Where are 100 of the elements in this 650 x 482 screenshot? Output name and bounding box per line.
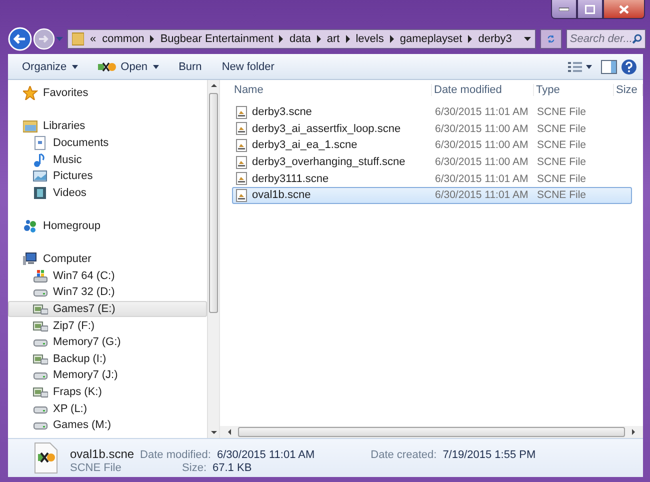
breadcrumb[interactable]: gameplayset bbox=[400, 33, 462, 45]
file-type: SCNE File bbox=[536, 172, 588, 185]
navigation-item[interactable]: Documents bbox=[8, 134, 207, 152]
navigation-item[interactable]: Win7 32 (D:) bbox=[8, 284, 207, 301]
file-row[interactable]: derby3_ai_ea_1.scne 6/30/2015 11:00 AM SCNE File bbox=[232, 137, 632, 154]
folder-icon bbox=[72, 32, 84, 46]
breadcrumb[interactable]: derby3 bbox=[478, 33, 512, 45]
breadcrumb[interactable]: data bbox=[289, 33, 311, 45]
date-modified: 6/30/2015 11:01 AM bbox=[434, 189, 530, 202]
navigation-item[interactable]: Homegroup bbox=[8, 218, 207, 234]
preview-pane-button[interactable] bbox=[601, 60, 617, 74]
detail-label: Size: bbox=[182, 462, 207, 474]
navigation-item[interactable]: Favorites bbox=[8, 85, 207, 102]
navigation-item[interactable]: Zip7 (F:) bbox=[8, 317, 207, 334]
navigation-item[interactable]: Memory7 (J:) bbox=[8, 367, 207, 384]
back-button[interactable] bbox=[8, 27, 32, 51]
network-drive-icon bbox=[33, 302, 48, 316]
computer-icon bbox=[23, 252, 38, 266]
list-view-icon bbox=[568, 60, 582, 72]
detail-value: 67.1 KB bbox=[212, 462, 252, 474]
app-icon bbox=[98, 60, 116, 72]
navigation-item[interactable]: Memory7 (G:) bbox=[8, 334, 207, 350]
refresh-button[interactable] bbox=[540, 29, 562, 49]
file-type: SCNE File bbox=[536, 189, 588, 202]
date-modified: 6/30/2015 11:01 AM bbox=[434, 106, 530, 118]
breadcrumb[interactable]: common bbox=[102, 33, 144, 45]
breadcrumb-arrow-icon[interactable] bbox=[279, 35, 284, 43]
file-row[interactable]: derby3_ai_assertfix_loop.scne 6/30/2015 11:00 AM SCNE File bbox=[232, 120, 632, 138]
folder-icon bbox=[23, 119, 38, 134]
navigation-item[interactable]: Libraries bbox=[8, 118, 207, 135]
navigation-item[interactable]: Music bbox=[8, 151, 207, 168]
help-button[interactable] bbox=[621, 58, 637, 74]
navigation-item[interactable]: Win7 64 (C:) bbox=[8, 268, 207, 284]
navigation-item[interactable]: Pictures bbox=[8, 168, 207, 185]
breadcrumb-arrow-icon[interactable] bbox=[346, 35, 350, 43]
minimize-button[interactable] bbox=[551, 0, 577, 19]
breadcrumb-arrow-icon[interactable] bbox=[316, 35, 321, 43]
maximize-icon bbox=[585, 4, 595, 14]
navigation-item[interactable]: Games7 (E:) bbox=[8, 300, 207, 318]
dropdown-icon[interactable] bbox=[524, 36, 531, 42]
toolbar-button[interactable]: Organize bbox=[14, 58, 86, 76]
file-type: SCNE File bbox=[536, 106, 588, 118]
forward-button[interactable] bbox=[33, 28, 55, 50]
toolbar-button[interactable]: Open bbox=[90, 58, 167, 76]
file-icon bbox=[236, 138, 247, 152]
search-icon bbox=[632, 34, 642, 44]
toolbar-button[interactable]: Burn bbox=[170, 58, 210, 76]
minimize-icon bbox=[559, 7, 569, 11]
file-row[interactable]: derby3111.scne 6/30/2015 11:01 AM SCNE File bbox=[232, 170, 632, 187]
file-name: derby3.scne bbox=[252, 106, 312, 118]
star-icon bbox=[23, 86, 38, 100]
detail-value: 6/30/2015 11:01 AM bbox=[216, 449, 315, 461]
file-icon bbox=[236, 188, 247, 202]
navigation-item[interactable]: Backup (I:) bbox=[8, 350, 207, 368]
document-icon bbox=[33, 136, 48, 150]
file-icon bbox=[236, 106, 247, 119]
navigation-item[interactable]: Videos bbox=[8, 184, 207, 202]
navigation-item[interactable]: Fraps (K:) bbox=[8, 384, 207, 400]
detail-label: Date modified: bbox=[140, 449, 211, 461]
overflow-marker[interactable]: « bbox=[90, 33, 96, 45]
column-header[interactable]: Type bbox=[534, 84, 614, 96]
file-row[interactable]: oval1b.scne 6/30/2015 11:01 AM SCNE File bbox=[232, 186, 632, 204]
network-icon bbox=[23, 219, 38, 234]
toolbar-button[interactable]: New folder bbox=[214, 58, 282, 76]
refresh-icon bbox=[546, 33, 555, 45]
date-modified: 6/30/2015 11:00 AM bbox=[434, 122, 530, 135]
breadcrumb[interactable]: Bugbear Entertainment bbox=[160, 33, 274, 45]
picture-icon bbox=[33, 169, 48, 184]
file-name: derby3111.scne bbox=[252, 172, 329, 185]
breadcrumb[interactable]: art bbox=[326, 33, 340, 45]
file-name: derby3_overhanging_stuff.scne bbox=[252, 156, 406, 168]
breadcrumb-arrow-icon[interactable] bbox=[390, 35, 394, 43]
file-row[interactable]: derby3.scne 6/30/2015 11:01 AM SCNE File bbox=[232, 104, 632, 121]
breadcrumb-arrow-icon[interactable] bbox=[150, 35, 154, 43]
network-drive-icon bbox=[33, 352, 48, 366]
column-header[interactable]: Date modified bbox=[432, 84, 534, 96]
scrollbar[interactable] bbox=[220, 426, 643, 438]
close-button[interactable] bbox=[603, 0, 645, 19]
file-icon bbox=[236, 122, 247, 136]
detail-label: Date created: bbox=[370, 449, 437, 461]
address-bar[interactable]: « common Bugbear Entertainment data art levels gameplayset derby3 bbox=[67, 29, 536, 49]
navigation-item[interactable]: Games (M:) bbox=[8, 416, 207, 434]
file-type: SCNE File bbox=[536, 122, 588, 135]
breadcrumb-arrow-icon[interactable] bbox=[468, 35, 472, 43]
close-icon bbox=[619, 4, 629, 14]
date-modified: 6/30/2015 11:00 AM bbox=[434, 156, 530, 168]
column-header[interactable]: Size bbox=[614, 84, 643, 96]
column-header[interactable]: Name bbox=[232, 84, 432, 96]
maximize-button[interactable] bbox=[577, 0, 603, 19]
file-type: SCNE File bbox=[536, 139, 588, 152]
date-modified: 6/30/2015 11:01 AM bbox=[434, 172, 530, 185]
breadcrumb[interactable]: levels bbox=[356, 33, 384, 45]
navigation-item[interactable]: XP (L:) bbox=[8, 400, 207, 417]
file-row[interactable]: derby3_overhanging_stuff.scne 6/30/2015 11:00 AM SCNE File bbox=[232, 154, 632, 170]
search-field[interactable]: Search der... bbox=[566, 29, 646, 49]
file-thumbnail-icon bbox=[34, 442, 58, 474]
file-name: derby3_ai_assertfix_loop.scne bbox=[252, 122, 401, 135]
file-icon bbox=[236, 172, 247, 186]
scrollbar[interactable] bbox=[207, 80, 219, 438]
navigation-item[interactable]: Computer bbox=[8, 250, 207, 268]
